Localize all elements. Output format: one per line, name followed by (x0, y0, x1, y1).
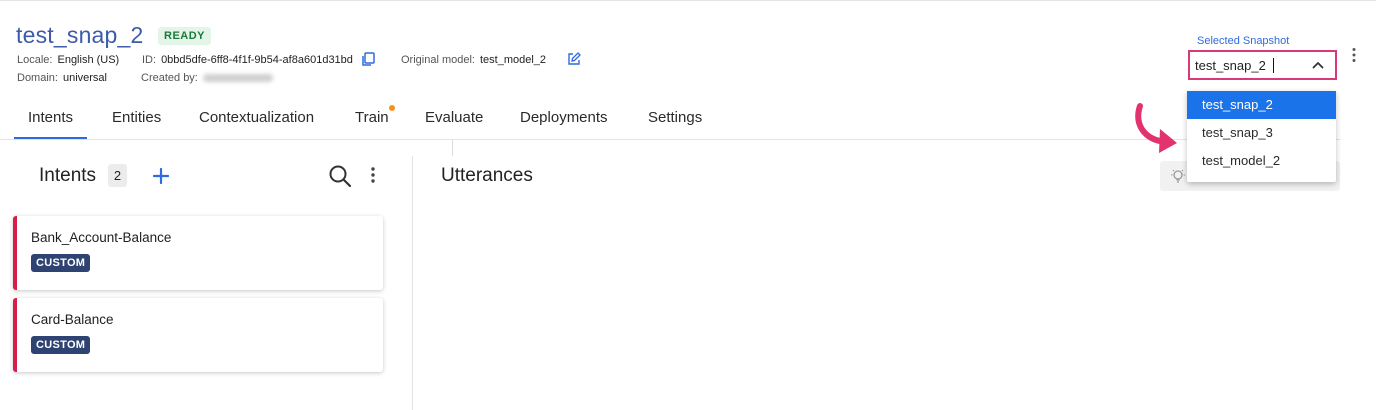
text-caret (1273, 58, 1274, 73)
tab-settings[interactable]: Settings (648, 100, 702, 140)
intents-count-badge: 2 (108, 164, 127, 187)
tab-entities[interactable]: Entities (112, 100, 161, 140)
intents-panel-title: Intents (39, 165, 97, 186)
id-meta: ID: 0bbd5dfe-6ff8-4f1f-9b54-af8a601d31bd (142, 54, 353, 66)
domain-label: Domain: (17, 72, 58, 84)
tab-train[interactable]: Train (355, 100, 389, 140)
intent-name: Bank_Account-Balance (31, 230, 172, 245)
divider (452, 140, 453, 156)
chevron-up-icon[interactable] (1312, 61, 1324, 69)
intent-card[interactable]: Bank_Account-Balance CUSTOM (13, 216, 383, 290)
utterances-panel-title: Utterances (441, 165, 533, 186)
page-title: test_snap_2 (16, 22, 144, 48)
locale-meta: Locale: English (US) (17, 54, 119, 66)
panel-divider (412, 156, 413, 410)
created-by-label: Created by: (141, 72, 198, 84)
snapshot-select-value: test_snap_2 (1195, 58, 1266, 73)
original-model-value: test_model_2 (479, 54, 547, 66)
dropdown-option[interactable]: test_snap_3 (1187, 119, 1336, 147)
search-icon[interactable] (328, 164, 352, 188)
curved-arrow-icon (1135, 103, 1177, 153)
original-model-meta: Original model: test_model_2 (401, 54, 546, 66)
created-by-meta: Created by: (141, 72, 273, 84)
plus-icon[interactable] (153, 168, 169, 184)
copy-icon[interactable] (361, 52, 375, 67)
status-badge: READY (158, 27, 212, 45)
created-by-value-redacted (202, 74, 273, 83)
top-border (0, 0, 1376, 1)
more-vert-icon[interactable] (1351, 47, 1357, 63)
locale-value: English (US) (57, 54, 120, 66)
snapshot-select[interactable]: test_snap_2 (1188, 50, 1337, 80)
edit-icon[interactable] (567, 52, 581, 66)
dropdown-option[interactable]: test_model_2 (1187, 147, 1336, 175)
selected-snapshot-label: Selected Snapshot (1197, 35, 1290, 47)
snapshot-dropdown-menu: test_snap_2 test_snap_3 test_model_2 (1187, 91, 1336, 182)
intent-type-badge: CUSTOM (31, 336, 91, 354)
intent-card[interactable]: Card-Balance CUSTOM (13, 298, 383, 372)
intent-type-badge: CUSTOM (31, 254, 91, 272)
train-notification-dot (389, 105, 395, 111)
id-label: ID: (142, 54, 157, 66)
tab-contextualization[interactable]: Contextualization (199, 100, 314, 140)
intent-name: Card-Balance (31, 312, 114, 327)
dropdown-option[interactable]: test_snap_2 (1187, 91, 1336, 119)
lightbulb-icon (1171, 169, 1185, 183)
domain-meta: Domain: universal (17, 72, 107, 84)
tab-evaluate[interactable]: Evaluate (425, 100, 483, 140)
original-model-label: Original model: (401, 54, 475, 66)
more-vert-icon[interactable] (370, 166, 376, 184)
tab-intents[interactable]: Intents (13, 100, 88, 140)
tab-deployments[interactable]: Deployments (520, 100, 608, 140)
id-value: 0bbd5dfe-6ff8-4f1f-9b54-af8a601d31bd (161, 54, 353, 66)
locale-label: Locale: (17, 54, 53, 66)
domain-value: universal (62, 72, 107, 84)
